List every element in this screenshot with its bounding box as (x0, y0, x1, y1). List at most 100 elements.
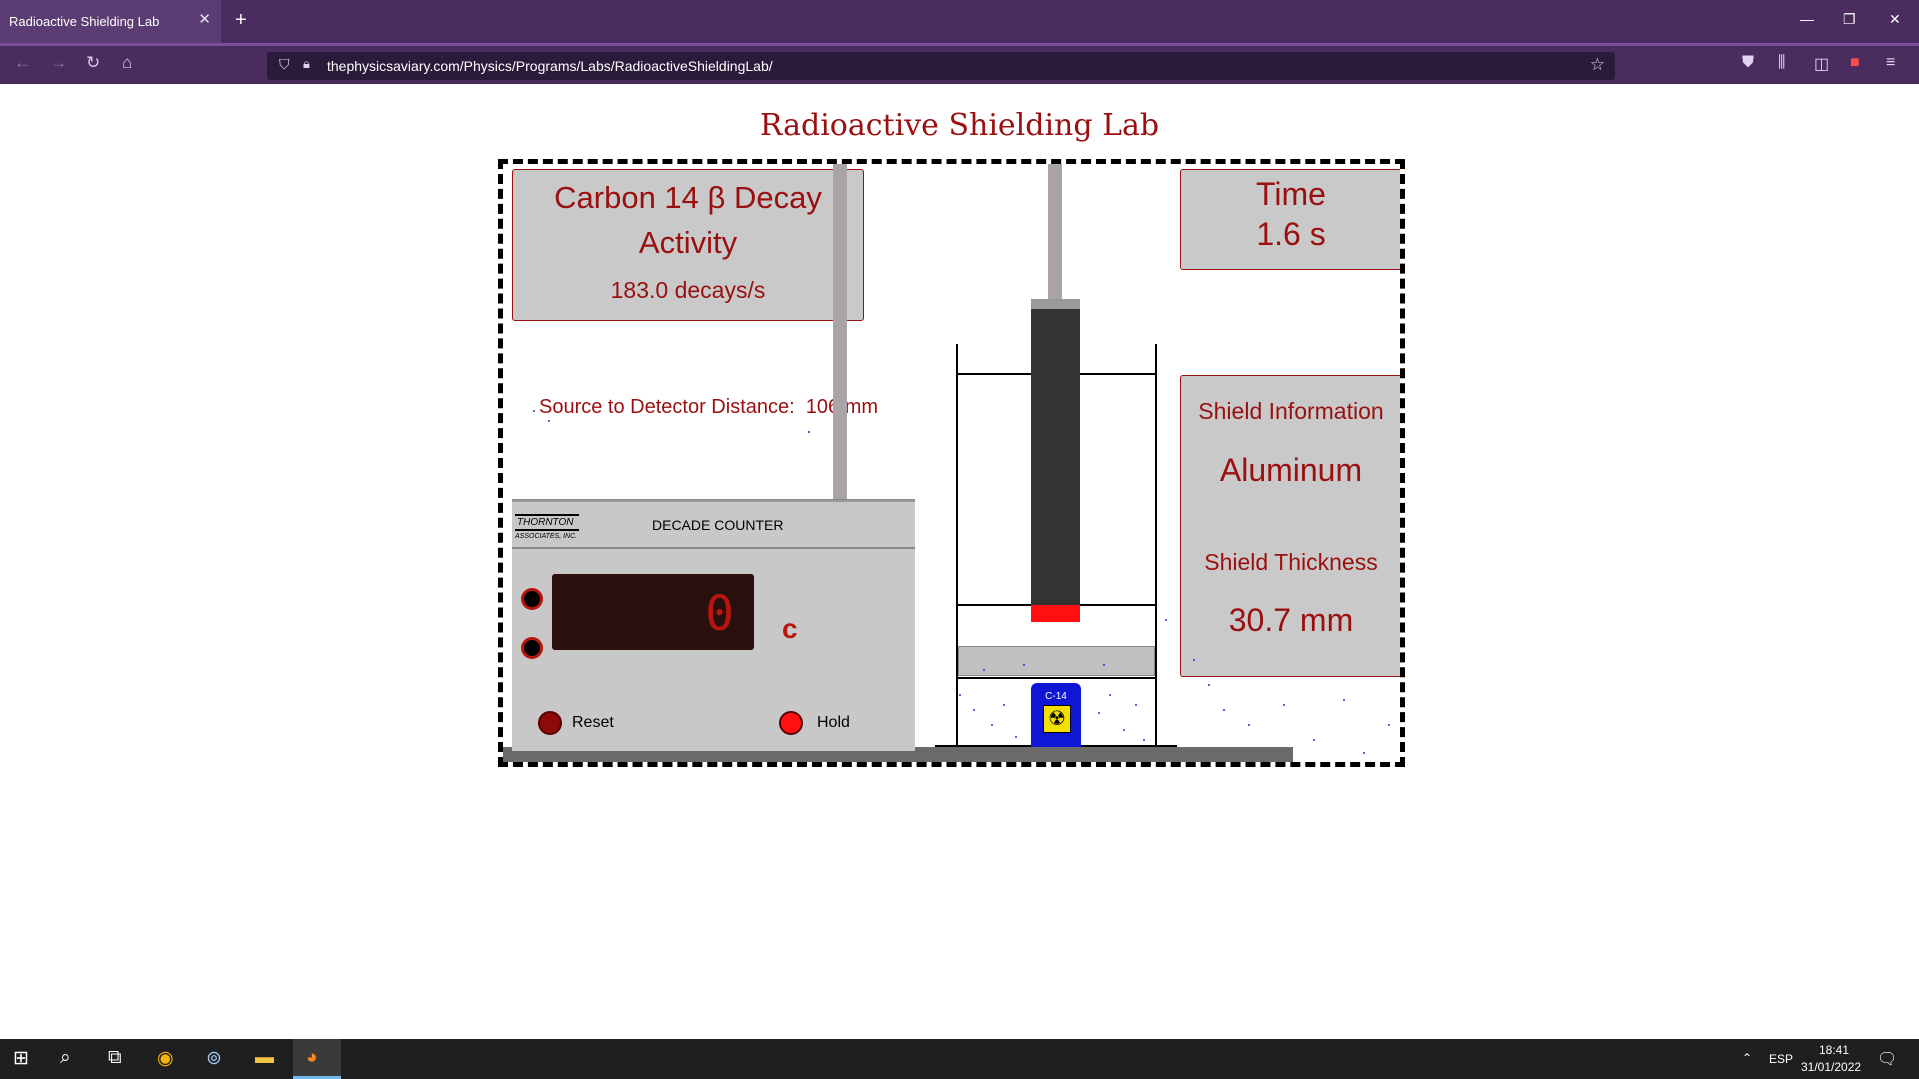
particle (1388, 724, 1390, 726)
back-icon[interactable]: ← (14, 53, 31, 73)
hold-button[interactable] (779, 711, 803, 735)
address-bar[interactable]: ⛉ 🔒︎ thephysicsaviary.com/Physics/Progra… (267, 52, 1615, 80)
particle (1283, 704, 1285, 706)
geiger-detector[interactable] (1031, 299, 1080, 605)
windows-taskbar: ⊞ ⌕ ⧉ ◉ ⊚ ▬ ◕ ⌃ ESP 18:41 31/01/2022 🗨︎ (0, 1039, 1919, 1079)
minimize-icon[interactable]: — (1800, 11, 1814, 27)
particle (1193, 659, 1195, 661)
reload-icon[interactable]: ↻ (86, 53, 100, 73)
file-explorer-icon[interactable]: ▬ (255, 1047, 274, 1069)
count-display: 0 (552, 574, 754, 650)
tab-title: Radioactive Shielding Lab (9, 14, 160, 29)
time-panel: Time 1.6 s (1180, 169, 1400, 270)
particle (1343, 699, 1345, 701)
shield-info-panel[interactable]: Shield Information Aluminum Shield Thick… (1180, 375, 1400, 677)
browser-nav-bar: ← → ↻ ⌂ ⛉ 🔒︎ thephysicsaviary.com/Physic… (0, 43, 1919, 84)
particle (548, 420, 550, 422)
input-jack-top (521, 588, 543, 610)
decay-title: Carbon 14 β Decay (554, 180, 822, 215)
particle (983, 669, 985, 671)
search-icon[interactable]: ⌕ (60, 1047, 71, 1069)
shield-shelf (956, 677, 1157, 679)
distance-readout: Source to Detector Distance: 106 mm (539, 396, 879, 418)
particle (1023, 664, 1025, 666)
clock-date[interactable]: 31/01/2022 (1801, 1060, 1861, 1074)
windows-start-icon[interactable]: ⊞ (13, 1047, 29, 1070)
new-tab-button[interactable]: + (235, 9, 247, 32)
detector-cap (1031, 299, 1080, 309)
close-tab-icon[interactable]: ✕ (198, 10, 211, 28)
restore-icon[interactable]: ❐ (1843, 11, 1856, 28)
tray-chevron-icon[interactable]: ⌃ (1742, 1051, 1752, 1065)
counter-title: DECADE COUNTER (652, 517, 784, 533)
shield-thickness-value[interactable]: 30.7 mm (1181, 602, 1400, 639)
shield-icon[interactable]: ⛉ (279, 56, 290, 73)
browser-tab[interactable]: Radioactive Shielding Lab ✕ (0, 0, 221, 43)
pocket-icon[interactable]: ⛊ (1742, 54, 1754, 72)
home-icon[interactable]: ⌂ (122, 53, 132, 73)
particle (973, 709, 975, 711)
hold-label[interactable]: Hold (817, 714, 850, 732)
counter-cable (833, 164, 847, 524)
particle (1223, 709, 1225, 711)
particle (1248, 724, 1250, 726)
lab-simulation[interactable]: Carbon 14 β Decay Activity 183.0 decays/… (498, 159, 1405, 767)
particle (1313, 739, 1315, 741)
cable-connector-icon: c (782, 613, 798, 644)
lock-icon[interactable]: 🔒︎ (303, 56, 310, 72)
shield-thickness-label: Shield Thickness (1204, 549, 1378, 575)
reset-button[interactable] (538, 711, 562, 735)
bookmark-star-icon[interactable]: ☆ (1590, 55, 1605, 75)
extension-icon[interactable]: ■ (1850, 54, 1860, 72)
close-window-icon[interactable]: ✕ (1889, 11, 1901, 28)
particle (1003, 704, 1005, 706)
page-title: Radioactive Shielding Lab (759, 108, 1160, 143)
particle (991, 724, 993, 726)
chrome-icon[interactable]: ◉ (157, 1047, 174, 1070)
menu-icon[interactable]: ≡ (1886, 54, 1895, 72)
counter-brand-logo: THORNTON ASSOCIATES, INC. (515, 514, 579, 540)
aluminum-shield[interactable] (958, 646, 1155, 676)
time-label: Time (1256, 176, 1326, 212)
stand-right-rail (1155, 344, 1157, 747)
counter-header: THORNTON ASSOCIATES, INC. DECADE COUNTER (512, 500, 915, 549)
forward-icon[interactable]: → (50, 53, 67, 73)
brand-name: THORNTON (515, 514, 579, 531)
particle (1123, 729, 1125, 731)
notifications-icon[interactable]: 🗨︎ (1877, 1049, 1897, 1069)
reset-label[interactable]: Reset (572, 714, 614, 732)
particle (1103, 664, 1105, 666)
language-indicator[interactable]: ESP (1769, 1052, 1793, 1066)
firefox-taskbar-button[interactable]: ◕ (293, 1039, 341, 1079)
shield-info-label: Shield Information (1198, 398, 1384, 424)
particle (1208, 684, 1210, 686)
time-value: 1.6 s (1256, 216, 1326, 252)
sidebar-icon[interactable]: ◫ (1814, 54, 1829, 74)
stand-left-rail (956, 344, 958, 747)
particle (1143, 739, 1145, 741)
url-text[interactable]: thephysicsaviary.com/Physics/Programs/La… (327, 58, 773, 74)
particle (1015, 736, 1017, 738)
shield-material[interactable]: Aluminum (1181, 452, 1400, 489)
activity-panel: Carbon 14 β Decay Activity 183.0 decays/… (512, 169, 864, 321)
steam-icon[interactable]: ⊚ (206, 1047, 222, 1070)
task-view-icon[interactable]: ⧉ (108, 1047, 122, 1069)
decay-subtitle: Activity (638, 225, 738, 260)
browser-tab-bar: Radioactive Shielding Lab ✕ + — ❐ ✕ (0, 0, 1919, 43)
particle (808, 431, 810, 433)
particle (533, 410, 535, 412)
brand-subtitle: ASSOCIATES, INC. (515, 533, 578, 540)
source-label: C-14 (1045, 691, 1067, 702)
clock-time[interactable]: 18:41 (1819, 1043, 1849, 1057)
particle (1165, 619, 1167, 621)
detector-window (1031, 605, 1080, 622)
particle (959, 694, 961, 696)
count-value: 0 (705, 586, 734, 642)
detector-cable (1048, 164, 1062, 300)
library-icon[interactable]: ⫼ (1778, 54, 1785, 72)
activity-value: 183.0 decays/s (610, 277, 766, 303)
input-jack-bottom (521, 637, 543, 659)
c14-source[interactable]: C-14 ☢ (1031, 683, 1081, 749)
decade-counter: THORNTON ASSOCIATES, INC. DECADE COUNTER… (512, 499, 915, 751)
particle (1363, 752, 1365, 754)
